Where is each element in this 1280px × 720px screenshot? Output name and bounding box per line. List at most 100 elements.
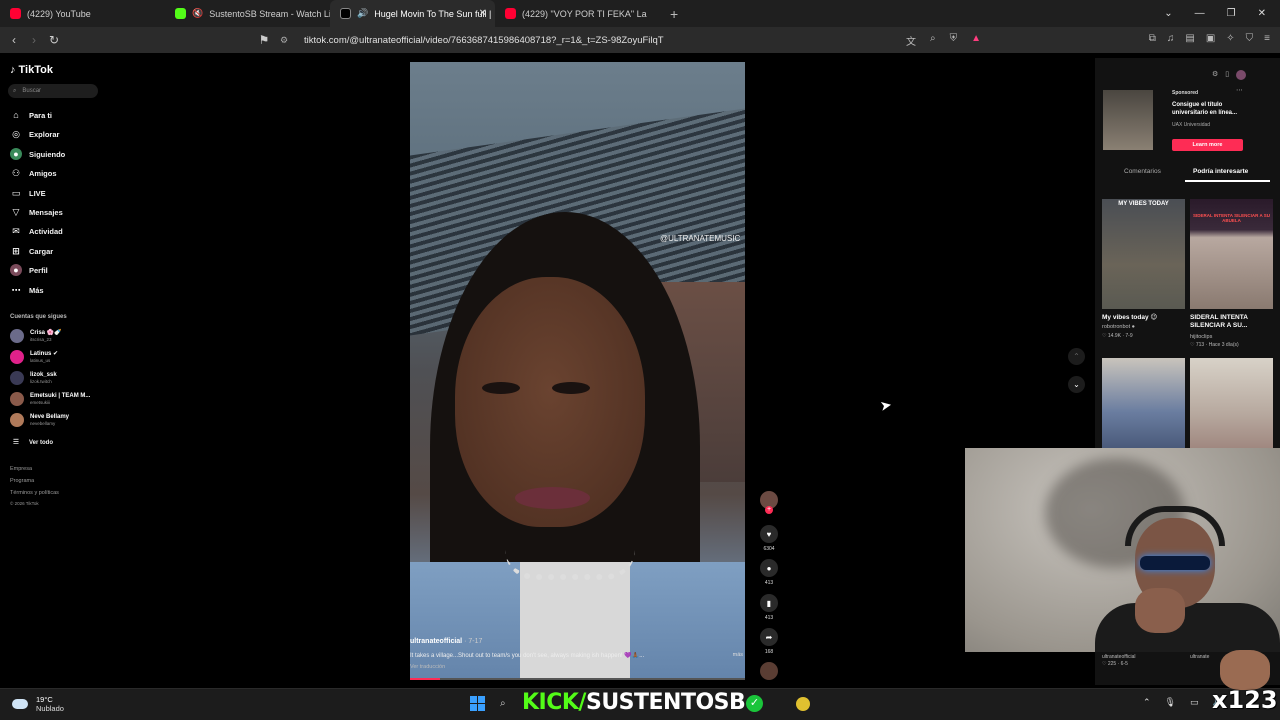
- settings-icon[interactable]: ⚙: [1212, 70, 1218, 80]
- sidebar-item-live[interactable]: ▭ LIVE: [10, 187, 46, 199]
- taskbar-app-icon[interactable]: [796, 697, 810, 711]
- mute-icon[interactable]: 🔇: [192, 8, 203, 19]
- profile-icon: ●: [10, 264, 22, 276]
- minimize-button[interactable]: —: [1195, 8, 1205, 19]
- music-icon[interactable]: ♫: [1167, 33, 1175, 44]
- display-icon[interactable]: ▭: [1190, 697, 1199, 708]
- bookmark-icon[interactable]: ⚑: [254, 33, 274, 47]
- related-video-title[interactable]: My vibes today 😉: [1102, 314, 1184, 322]
- tab-tiktok[interactable]: 🔊 Hugel Movin To The Sun full | ✕: [330, 0, 495, 27]
- previous-video-button[interactable]: ⌃: [1068, 348, 1085, 365]
- related-video-title[interactable]: SIDERAL INTENTA SILENCIAR A SU...: [1190, 314, 1272, 330]
- close-tab-icon[interactable]: ✕: [479, 8, 487, 19]
- sidebar-item-perfil[interactable]: ● Perfil: [10, 264, 48, 276]
- sidebar-item-mas[interactable]: ⋯ Más: [10, 284, 44, 296]
- share-count: 168: [764, 649, 774, 655]
- activity-icon: ✉: [12, 226, 20, 236]
- triangle-icon[interactable]: ▲: [971, 33, 981, 48]
- maximize-button[interactable]: ❐: [1227, 8, 1236, 19]
- following-account[interactable]: lizok_ssk lizok.twitch: [10, 371, 57, 385]
- extensions-toolbar: ⧉ ♫ ▤ ▣ ✧ ⛉ ≡: [1149, 33, 1270, 44]
- related-video-thumbnail[interactable]: SIDERAL INTENTA SILENCIAR A SU ABUELA: [1190, 199, 1273, 309]
- related-video-thumbnail[interactable]: MY VIBES TODAY: [1102, 199, 1185, 309]
- music-disc[interactable]: [760, 662, 778, 680]
- shield-icon[interactable]: ⛨: [950, 33, 958, 48]
- tab-list-icon[interactable]: ⌄: [1164, 8, 1172, 19]
- search-input[interactable]: ⌕ Buscar: [8, 84, 98, 98]
- ad-options-icon[interactable]: ⋯: [1236, 86, 1243, 94]
- new-tab-button[interactable]: +: [660, 6, 688, 22]
- sidebar-item-mensajes[interactable]: ▽ Mensajes: [10, 206, 63, 218]
- video-author[interactable]: ultranateofficial · 7-17: [410, 638, 482, 645]
- zoom-icon[interactable]: ⌕: [930, 33, 936, 48]
- forward-button[interactable]: ›: [24, 33, 44, 47]
- like-button[interactable]: ♥: [760, 525, 778, 543]
- sidebar-item-label: Amigos: [29, 168, 57, 178]
- site-info-icon[interactable]: ⚙: [280, 35, 294, 46]
- see-all-link[interactable]: ☰ Ver todo: [10, 437, 53, 449]
- kick-icon: [175, 8, 186, 19]
- extensions-icon[interactable]: ⧉: [1149, 33, 1156, 44]
- related-video-thumbnail[interactable]: [1190, 358, 1273, 448]
- related-video-author[interactable]: ultranate: [1190, 654, 1209, 660]
- related-video-author[interactable]: ultranateofficial: [1102, 654, 1136, 660]
- weather-widget[interactable]: 19°C Nublado: [12, 695, 64, 713]
- taskbar-search-icon[interactable]: ⌕: [500, 698, 506, 709]
- user-avatar[interactable]: [1236, 70, 1247, 80]
- footer-terms[interactable]: Términos y políticas: [10, 490, 59, 496]
- follow-plus-icon[interactable]: +: [765, 506, 773, 514]
- inbox-icon[interactable]: ▯: [1225, 70, 1229, 80]
- wallet-icon[interactable]: ▣: [1206, 33, 1215, 44]
- tab-youtube[interactable]: (4229) YouTube: [0, 0, 165, 27]
- tab-kick[interactable]: 🔇 SustentoSB Stream - Watch Live: [165, 0, 330, 27]
- translate-link[interactable]: Ver traducción: [410, 664, 445, 670]
- share-button[interactable]: ➦: [760, 628, 778, 646]
- url-field[interactable]: ⚙ tiktok.com/@ultranateofficial/video/76…: [280, 30, 1000, 50]
- close-window-button[interactable]: ✕: [1258, 8, 1266, 19]
- tab-suggested[interactable]: Podría interesarte: [1193, 168, 1248, 175]
- video-player[interactable]: @ULTRANATEMUSIC ultranateofficial · 7-17…: [410, 62, 745, 680]
- sidebar-item-explorar[interactable]: ◎ Explorar: [10, 128, 59, 140]
- learn-more-button[interactable]: Learn more: [1172, 139, 1243, 151]
- translate-icon[interactable]: 文: [906, 33, 916, 48]
- cloud-icon: [12, 699, 28, 709]
- microphone-icon[interactable]: 🎙: [1165, 697, 1176, 708]
- account-name: Neve Bellamy: [30, 413, 70, 420]
- following-account[interactable]: Latinus ✔ latinus_us: [10, 350, 58, 364]
- following-account[interactable]: Crisa 🌸🍼 itscrisa_23: [10, 329, 62, 343]
- tab-comments[interactable]: Comentarios: [1124, 168, 1161, 175]
- youtube-icon: [505, 8, 516, 19]
- related-video-thumbnail[interactable]: [1102, 358, 1185, 448]
- vpn-icon[interactable]: ⛉: [1246, 33, 1254, 44]
- sidebar-item-cargar[interactable]: ⊞ Cargar: [10, 245, 53, 257]
- reload-button[interactable]: ↻: [44, 33, 64, 47]
- back-button[interactable]: ‹: [4, 33, 24, 47]
- speaker-icon[interactable]: 🔊: [357, 8, 368, 19]
- following-icon: ●: [10, 148, 22, 160]
- video-progress-bar[interactable]: [410, 678, 745, 680]
- sidebar-item-label: Explorar: [29, 129, 60, 139]
- related-video-author[interactable]: robotronbot ●: [1102, 324, 1135, 330]
- windows-start-icon[interactable]: [470, 696, 485, 711]
- leo-icon[interactable]: ✧: [1226, 33, 1234, 44]
- caption-more-link[interactable]: más: [733, 652, 743, 658]
- ad-title[interactable]: Consigue el título universitario en líne…: [1172, 101, 1247, 117]
- sidebar-item-siguiendo[interactable]: ● Siguiendo: [10, 148, 65, 160]
- tiktok-logo[interactable]: ♪ TikTok: [10, 64, 53, 76]
- footer-programa[interactable]: Programa: [10, 478, 34, 484]
- following-account[interactable]: Emetsuki | TEAM M... emetsukiii: [10, 392, 90, 406]
- ad-thumbnail[interactable]: [1103, 90, 1153, 150]
- footer-empresa[interactable]: Empresa: [10, 466, 32, 472]
- related-video-author[interactable]: hijitoclips: [1190, 334, 1212, 340]
- tray-chevron-icon[interactable]: ⌃: [1143, 697, 1151, 708]
- next-video-button[interactable]: ⌄: [1068, 376, 1085, 393]
- tab-youtube-2[interactable]: (4229) "VOY POR TI FEKA" La: [495, 0, 660, 27]
- comment-button[interactable]: ●: [760, 559, 778, 577]
- sidebar-item-actividad[interactable]: ✉ Actividad: [10, 225, 63, 237]
- menu-icon[interactable]: ≡: [1264, 33, 1270, 44]
- following-account[interactable]: Neve Bellamy nevebellamy: [10, 413, 69, 427]
- save-button[interactable]: ▮: [760, 594, 778, 612]
- sidebar-icon[interactable]: ▤: [1185, 33, 1194, 44]
- sidebar-item-para-ti[interactable]: ⌂ Para ti: [10, 109, 52, 121]
- sidebar-item-amigos[interactable]: ⚇ Amigos: [10, 167, 57, 179]
